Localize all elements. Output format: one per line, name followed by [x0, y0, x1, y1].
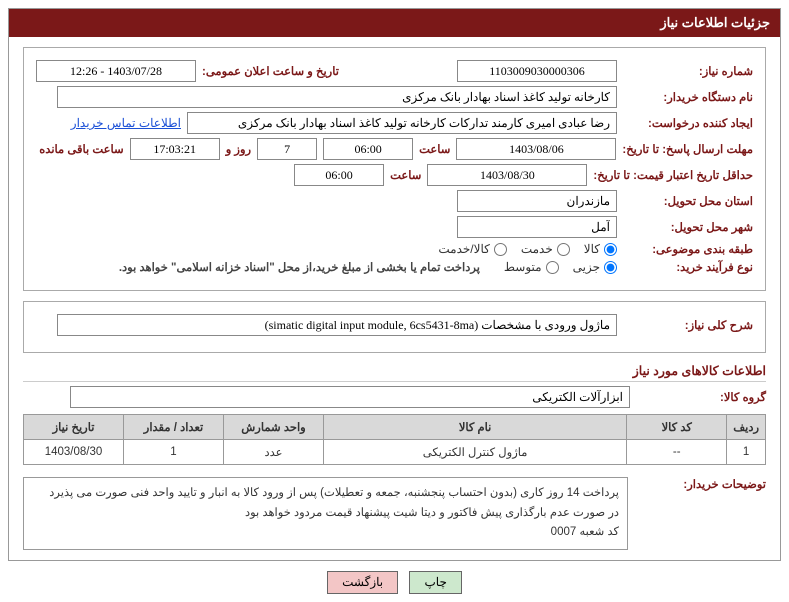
row-requester: ایجاد کننده درخواست: اطلاعات تماس خریدار [36, 112, 753, 134]
items-table: ردیف کد کالا نام کالا واحد شمارش تعداد /… [23, 414, 766, 465]
row-group: گروه کالا: [23, 386, 766, 408]
th-name: نام کالا [324, 415, 627, 440]
th-row: ردیف [727, 415, 766, 440]
city-input [457, 216, 617, 238]
province-label: استان محل تحویل: [623, 194, 753, 208]
panel-title: جزئیات اطلاعات نیاز [9, 9, 780, 37]
min-validity-label: حداقل تاریخ اعتبار قیمت: تا تاریخ: [593, 168, 753, 182]
th-unit: واحد شمارش [224, 415, 324, 440]
row-overview: شرح کلی نیاز: [36, 314, 753, 336]
timer-input [130, 138, 220, 160]
cell-code: -- [627, 440, 727, 465]
table-header-row: ردیف کد کالا نام کالا واحد شمارش تعداد /… [24, 415, 766, 440]
th-qty: تعداد / مقدار [124, 415, 224, 440]
row-need-no: شماره نیاز: تاریخ و ساعت اعلان عمومی: [36, 60, 753, 82]
cell-unit: عدد [224, 440, 324, 465]
button-bar: چاپ بازگشت [8, 571, 781, 594]
publish-input [36, 60, 196, 82]
category-radio-group: کالا خدمت کالا/خدمت [438, 242, 617, 256]
buyer-label: نام دستگاه خریدار: [623, 90, 753, 104]
remaining-label: ساعت باقی مانده [39, 142, 123, 156]
buyer-notes-line1: پرداخت 14 روز کاری (بدون احتساب پنجشنبه،… [32, 484, 619, 504]
process-radio-group: جزیی متوسط [504, 260, 617, 274]
deadline-date-input [456, 138, 616, 160]
row-category: طبقه بندی موضوعی: کالا خدمت کالا/خدمت [36, 242, 753, 256]
main-fieldset: شماره نیاز: تاریخ و ساعت اعلان عمومی: نا… [23, 47, 766, 291]
buyer-notes-line3: کد شعبه 0007 [32, 523, 619, 543]
table-row: 1 -- ماژول کنترل الکتریکی عدد 1 1403/08/… [24, 440, 766, 465]
radio-jozee-input[interactable] [604, 261, 617, 274]
category-label: طبقه بندی موضوعی: [623, 242, 753, 256]
buyer-input [57, 86, 617, 108]
row-buyer-notes: توضیحات خریدار: پرداخت 14 روز کاری (بدون… [23, 471, 766, 550]
city-label: شهر محل تحویل: [623, 220, 753, 234]
need-no-input [457, 60, 617, 82]
islamic-note: پرداخت تمام یا بخشی از مبلغ خرید،از محل … [119, 260, 480, 274]
min-validity-time-label: ساعت [390, 168, 421, 182]
group-label: گروه کالا: [636, 390, 766, 404]
need-no-label: شماره نیاز: [623, 64, 753, 78]
goods-section-title: اطلاعات کالاهای مورد نیاز [23, 363, 766, 382]
province-input [457, 190, 617, 212]
cell-name: ماژول کنترل الکتریکی [324, 440, 627, 465]
radio-khedmat[interactable]: خدمت [521, 242, 570, 256]
process-label: نوع فرآیند خرید: [623, 260, 753, 274]
radio-kala-input[interactable] [604, 243, 617, 256]
overview-label: شرح کلی نیاز: [623, 318, 753, 332]
print-button[interactable]: چاپ [409, 571, 461, 594]
deadline-label: مهلت ارسال پاسخ: تا تاریخ: [622, 142, 753, 156]
details-panel: جزئیات اطلاعات نیاز شماره نیاز: تاریخ و … [8, 8, 781, 561]
row-buyer: نام دستگاه خریدار: [36, 86, 753, 108]
buyer-notes-line2: در صورت عدم بارگذاری پیش فاکتور و دیتا ش… [32, 504, 619, 524]
radio-khedmat-input[interactable] [557, 243, 570, 256]
buyer-notes-label: توضیحات خریدار: [636, 471, 766, 491]
radio-both[interactable]: کالا/خدمت [438, 242, 506, 256]
row-deadline: مهلت ارسال پاسخ: تا تاریخ: ساعت روز و سا… [36, 138, 753, 160]
radio-motavasset[interactable]: متوسط [504, 260, 559, 274]
requester-input [187, 112, 617, 134]
th-date: تاریخ نیاز [24, 415, 124, 440]
radio-both-input[interactable] [494, 243, 507, 256]
back-button[interactable]: بازگشت [327, 571, 398, 594]
cell-row: 1 [727, 440, 766, 465]
radio-motavasset-input[interactable] [546, 261, 559, 274]
buyer-notes-box: پرداخت 14 روز کاری (بدون احتساب پنجشنبه،… [23, 477, 628, 550]
row-city: شهر محل تحویل: [36, 216, 753, 238]
row-process: نوع فرآیند خرید: جزیی متوسط پرداخت تمام … [36, 260, 753, 274]
deadline-time-input [323, 138, 413, 160]
row-province: استان محل تحویل: [36, 190, 753, 212]
days-input [257, 138, 317, 160]
group-input [70, 386, 630, 408]
deadline-time-label: ساعت [419, 142, 450, 156]
row-min-validity: حداقل تاریخ اعتبار قیمت: تا تاریخ: ساعت [36, 164, 753, 186]
cell-qty: 1 [124, 440, 224, 465]
min-validity-time-input [294, 164, 384, 186]
overview-input [57, 314, 617, 336]
publish-label: تاریخ و ساعت اعلان عمومی: [202, 64, 339, 78]
overview-fieldset: شرح کلی نیاز: [23, 301, 766, 353]
radio-kala[interactable]: کالا [584, 242, 617, 256]
min-validity-date-input [427, 164, 587, 186]
requester-label: ایجاد کننده درخواست: [623, 116, 753, 130]
th-code: کد کالا [627, 415, 727, 440]
days-and-label: روز و [226, 142, 251, 156]
cell-date: 1403/08/30 [24, 440, 124, 465]
contact-link[interactable]: اطلاعات تماس خریدار [71, 116, 181, 130]
panel-body: شماره نیاز: تاریخ و ساعت اعلان عمومی: نا… [9, 37, 780, 560]
radio-jozee[interactable]: جزیی [573, 260, 617, 274]
